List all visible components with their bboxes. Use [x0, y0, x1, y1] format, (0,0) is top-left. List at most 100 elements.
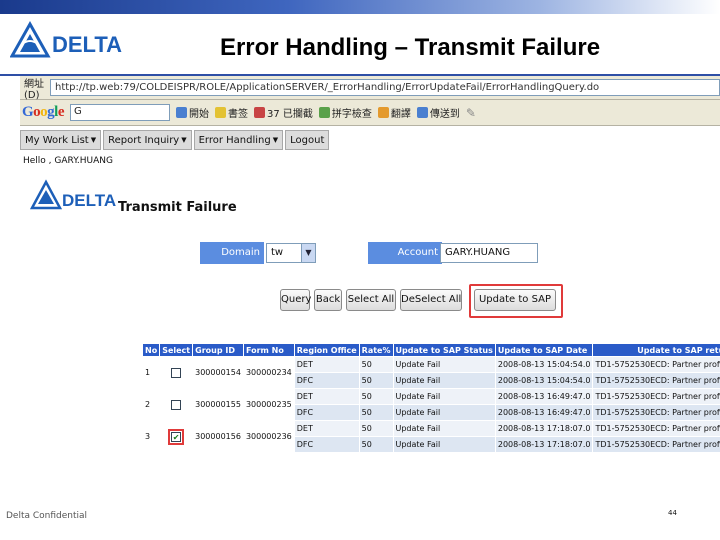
address-input[interactable]: http://tp.web:79/COLDEISPR/ROLE/Applicat… — [50, 79, 720, 96]
row-region: DET — [293, 388, 360, 405]
menu-label: My Work List — [25, 134, 89, 146]
google-logo: Google — [22, 104, 65, 120]
svg-text:DELTA: DELTA — [52, 32, 122, 57]
chevron-down-icon: ▼ — [301, 244, 315, 262]
toolbar-bookmarks-label: 書签 — [228, 109, 249, 120]
menu-my-work-list[interactable]: My Work List ▼ — [20, 130, 102, 150]
row-status: Update Fail — [392, 404, 496, 421]
row-rate: 50 — [358, 356, 394, 373]
app-screenshot: 網址(D) http://tp.web:79/COLDEISPR/ROLE/Ap… — [20, 76, 720, 496]
col-group-id: Group ID — [192, 343, 244, 357]
toolbar-popup-blocker[interactable]: 37 已攔截 — [254, 105, 313, 120]
menu-report-inquiry[interactable]: Report Inquiry ▼ — [103, 130, 192, 150]
col-status: Update to SAP Status — [392, 343, 496, 357]
row-rate: 50 — [358, 372, 394, 389]
row-no: 3 — [141, 420, 161, 453]
row-select-checkbox[interactable] — [171, 367, 182, 378]
row-select-cell — [159, 388, 194, 421]
table-row: 1 300000154 300000234 DET 50 Update Fail… — [141, 356, 720, 389]
row-no: 1 — [141, 356, 161, 389]
col-date: Update to SAP Date — [494, 343, 594, 357]
col-form-no: Form No — [242, 343, 295, 357]
toolbar-spellcheck[interactable]: 拼字檢查 — [318, 105, 372, 120]
domain-select[interactable]: tw ▼ — [266, 243, 316, 263]
back-button[interactable]: Back — [314, 289, 342, 311]
row-status: Update Fail — [392, 388, 496, 405]
table-row: 2 300000155 300000235 DET 50 Update Fail… — [141, 388, 720, 421]
row-no: 2 — [141, 388, 161, 421]
row-region: DFC — [293, 436, 360, 453]
chevron-down-icon: ▼ — [272, 136, 279, 144]
menu-error-handling[interactable]: Error Handling ▼ — [193, 130, 284, 150]
delta-logo-icon: DELTA — [10, 20, 122, 58]
checkmark-icon: ✔ — [172, 432, 180, 442]
row-date: 2008-08-13 16:49:47.0 — [494, 388, 594, 405]
send-to-icon — [416, 107, 428, 118]
address-bar: 網址(D) http://tp.web:79/COLDEISPR/ROLE/Ap… — [20, 76, 720, 101]
account-label: Account — [368, 242, 442, 264]
chevron-down-icon: ▼ — [181, 136, 187, 144]
row-status: Update Fail — [392, 372, 496, 389]
transmit-failure-table: No Select Group ID Form No Region Office… — [141, 343, 720, 453]
toolbar-go-label: 開始 — [189, 109, 210, 120]
settings-wrench-icon[interactable]: ✎ — [466, 106, 476, 120]
domain-select-value: tw — [271, 247, 284, 258]
row-select-checkbox[interactable] — [171, 399, 182, 410]
row-select-checkbox[interactable]: ✔ — [171, 431, 182, 442]
app-menu-bar: My Work List ▼ Report Inquiry ▼ Error Hand… — [20, 130, 330, 150]
menu-label: Error Handling — [198, 134, 271, 146]
row-status: Update Fail — [392, 356, 496, 373]
svg-text:DELTA: DELTA — [62, 191, 116, 210]
toolbar-popup-label: 37 已攔截 — [267, 109, 313, 120]
row-group-id: 300000155 — [192, 388, 244, 421]
row-date: 2008-08-13 17:18:07.0 — [494, 436, 594, 453]
toolbar-bookmarks[interactable]: 書签 — [215, 105, 248, 120]
row-message: TD1-5752530ECD: Partner profile inbound … — [592, 388, 720, 405]
row-message: TD1-5752530ECD: Partner profile inbound … — [592, 356, 720, 373]
table-row: 3 ✔ 300000156 300000236 DET 50 Update Fa… — [141, 420, 720, 453]
row-rate: 50 — [358, 388, 394, 405]
col-message: Update to SAP return message — [592, 343, 720, 357]
menu-label: Logout — [290, 134, 325, 146]
row-date: 2008-08-13 15:04:54.0 — [494, 356, 594, 373]
select-all-button[interactable]: Select All — [346, 289, 396, 311]
row-date: 2008-08-13 15:04:54.0 — [494, 372, 594, 389]
row-form-no: 300000235 — [242, 388, 295, 421]
row-status: Update Fail — [392, 420, 496, 437]
query-button[interactable]: Query — [280, 289, 311, 311]
google-toolbar: Google G 開始 書签 37 已攔截 拼字檢查 翻譯 傳送到 ✎ — [20, 100, 720, 126]
col-select: Select — [159, 343, 194, 357]
google-search-input[interactable]: G — [70, 104, 171, 121]
row-region: DFC — [293, 404, 360, 421]
slide-title: Error Handling – Transmit Failure — [219, 34, 601, 61]
toolbar-translate-label: 翻譯 — [390, 109, 411, 120]
col-rate: Rate% — [358, 343, 394, 357]
row-message: TD1-5752530ECD: Partner profile inbound … — [592, 372, 720, 389]
row-group-id: 300000156 — [192, 420, 244, 453]
col-region-office: Region Office — [293, 343, 360, 357]
row-date: 2008-08-13 16:49:47.0 — [494, 404, 594, 421]
menu-label: Report Inquiry — [108, 134, 180, 146]
row-select-cell — [159, 356, 194, 389]
translate-icon — [377, 107, 389, 118]
footer-confidential: Delta Confidential — [6, 511, 88, 521]
menu-logout[interactable]: Logout — [285, 130, 330, 150]
row-form-no: 300000236 — [242, 420, 295, 453]
row-date: 2008-08-13 17:18:07.0 — [494, 420, 594, 437]
row-rate: 50 — [358, 404, 394, 421]
popup-blocker-icon — [254, 107, 266, 118]
toolbar-go[interactable]: 開始 — [176, 105, 209, 120]
row-rate: 50 — [358, 436, 394, 453]
slide: DELTA Error Handling – Transmit Failure … — [0, 0, 720, 540]
deselect-all-button[interactable]: DeSelect All — [400, 289, 462, 311]
search-go-icon — [176, 107, 188, 118]
toolbar-translate[interactable]: 翻譯 — [377, 105, 411, 120]
account-field[interactable]: GARY.HUANG — [440, 243, 538, 263]
spellcheck-icon — [318, 107, 330, 118]
bookmark-icon — [215, 107, 227, 118]
toolbar-send-to[interactable]: 傳送到 — [416, 105, 460, 120]
row-region: DFC — [293, 372, 360, 389]
row-select-cell: ✔ — [159, 420, 194, 453]
top-gradient-bar — [0, 0, 720, 14]
checkbox-highlight: ✔ — [168, 428, 185, 445]
